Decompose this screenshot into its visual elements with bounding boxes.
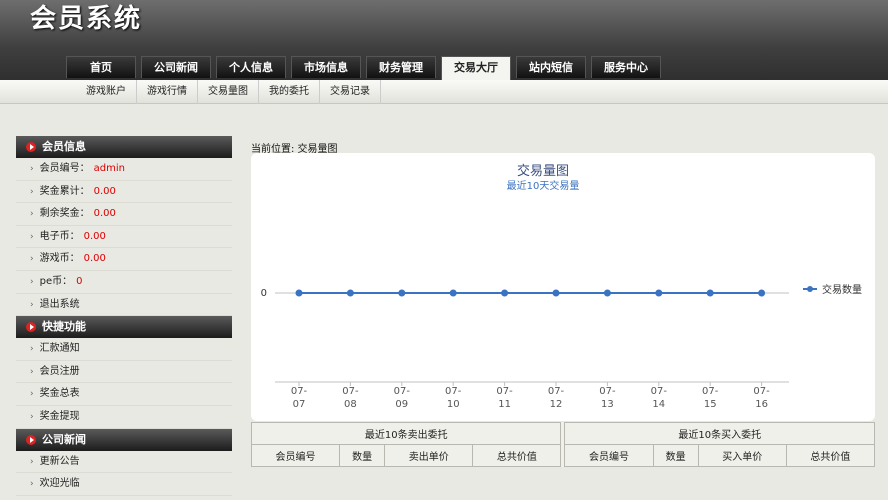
chart-title: 交易量图 (517, 163, 569, 179)
welcome-link[interactable]: › 欢迎光临 (16, 473, 232, 496)
logo: 会员系统 (30, 4, 143, 34)
data-point[interactable] (398, 289, 406, 297)
y-tick-label: 0 (261, 288, 267, 299)
x-tick-label: 07-16 (753, 386, 770, 410)
chevron-right-icon: › (30, 366, 34, 377)
subnav-my-orders[interactable]: 我的委托 (259, 80, 320, 104)
ecoin-value: 0.00 (83, 230, 106, 242)
section-company-news: 公司新闻 (16, 428, 232, 451)
chart-svg: 交易量图 最近10天交易量 0 07-07 07-08 07-09 07-10 07-1… (261, 163, 862, 410)
pecoin-row: › pe币： 0 (16, 271, 232, 294)
main-nav: 首页 公司新闻 个人信息 市场信息 财务管理 交易大厅 站内短信 服务中心 (66, 56, 666, 80)
data-point[interactable] (603, 289, 611, 297)
bonus-summary-link[interactable]: › 奖金总表 (16, 383, 232, 406)
tab-personal-info[interactable]: 个人信息 (216, 56, 286, 78)
legend-label[interactable]: 交易数量 (822, 283, 862, 296)
tab-company-news[interactable]: 公司新闻 (141, 56, 211, 78)
order-tables: 最近10条卖出委托 最近10条买入委托 会员编号 数量 卖出单价 总共价值 会员… (250, 422, 876, 467)
x-tick-label: 07-14 (651, 386, 668, 410)
sell-col-quantity: 数量 (339, 444, 386, 467)
tab-service-center[interactable]: 服务中心 (591, 56, 661, 78)
chevron-right-icon: › (30, 231, 34, 242)
subnav-volume-chart[interactable]: 交易量图 (198, 80, 259, 104)
x-tick-label: 07-08 (342, 386, 359, 410)
member-id-row: › 会员编号： admin (16, 158, 232, 181)
x-tick-label: 07-10 (445, 386, 462, 410)
chart-subtitle: 最近10天交易量 (507, 179, 580, 192)
play-icon (26, 322, 36, 333)
member-register-link[interactable]: › 会员注册 (16, 361, 232, 384)
x-tick-label: 07-07 (291, 386, 308, 410)
play-icon (26, 142, 36, 152)
bonus-remaining-value: 0.00 (93, 208, 116, 220)
gamecoin-row: › 游戏币： 0.00 (16, 248, 232, 271)
data-point[interactable] (501, 289, 509, 297)
data-point[interactable] (346, 289, 354, 297)
member-id-value: admin (93, 163, 125, 174)
x-tick-label: 07-12 (548, 386, 565, 410)
chevron-right-icon: › (30, 209, 34, 220)
chevron-right-icon: › (30, 344, 34, 355)
chevron-right-icon: › (30, 389, 34, 400)
data-point[interactable] (295, 289, 303, 297)
ecoin-row: › 电子币： 0.00 (16, 226, 232, 249)
chevron-right-icon: › (30, 299, 34, 310)
section-member-info: 会员信息 (16, 136, 232, 158)
buy-orders-title: 最近10条买入委托 (564, 422, 875, 445)
data-point[interactable] (706, 289, 714, 297)
tab-trading-hall[interactable]: 交易大厅 (441, 56, 511, 80)
sell-col-member-id: 会员编号 (250, 444, 341, 467)
buy-col-price: 买入单价 (697, 444, 787, 467)
update-notice-link[interactable]: › 更新公告 (16, 451, 232, 474)
data-point[interactable] (758, 289, 766, 297)
bonus-remaining-row: › 剩余奖金： 0.00 (16, 203, 232, 226)
volume-chart: 交易量图 最近10天交易量 0 07-07 07-08 07-09 07-10 07-1… (251, 153, 875, 421)
subnav-game-market[interactable]: 游戏行情 (137, 80, 198, 104)
sub-nav: 游戏账户 游戏行情 交易量图 我的委托 交易记录 (0, 80, 888, 104)
bonus-withdraw-link[interactable]: › 奖金提现 (16, 406, 232, 429)
data-point[interactable] (655, 289, 663, 297)
data-point[interactable] (552, 289, 560, 297)
header: 会员系统 首页 公司新闻 个人信息 市场信息 财务管理 交易大厅 站内短信 服务… (0, 0, 888, 80)
chevron-right-icon: › (30, 254, 34, 265)
sell-orders-title: 最近10条卖出委托 (250, 422, 562, 445)
bonus-total-row: › 奖金累计： 0.00 (16, 181, 232, 204)
tab-market-info[interactable]: 市场信息 (291, 56, 361, 78)
chevron-right-icon: › (30, 164, 34, 174)
section-quick-functions: 快捷功能 (16, 316, 232, 339)
x-tick-label: 07-11 (496, 386, 513, 410)
bonus-total-value: 0.00 (93, 185, 116, 197)
buy-col-total: 总共价值 (785, 444, 876, 467)
chevron-right-icon: › (30, 456, 34, 467)
tab-finance[interactable]: 财务管理 (366, 56, 436, 78)
sidebar: 会员信息 › 会员编号： admin › 奖金累计： 0.00 › 剩余奖金： 0.00 ›… (16, 136, 232, 496)
chevron-right-icon: › (30, 186, 34, 197)
buy-col-member-id: 会员编号 (564, 444, 654, 467)
legend-marker (807, 286, 813, 292)
x-tick-label: 07-09 (394, 386, 411, 410)
gamecoin-value: 0.00 (83, 253, 106, 265)
orders-table: 最近10条卖出委托 最近10条买入委托 会员编号 数量 卖出单价 总共价值 会员… (250, 422, 876, 467)
remittance-notice-link[interactable]: › 汇款通知 (16, 338, 232, 361)
x-tick-label: 07-15 (702, 386, 719, 410)
chevron-right-icon: › (30, 411, 34, 422)
pecoin-value: 0 (76, 275, 83, 287)
chevron-right-icon: › (30, 276, 34, 287)
chevron-right-icon: › (30, 479, 34, 490)
subnav-game-account[interactable]: 游戏账户 (76, 80, 137, 104)
x-tick-label: 07-13 (599, 386, 616, 410)
play-icon (26, 434, 36, 445)
sell-col-total: 总共价值 (472, 444, 562, 467)
tab-messages[interactable]: 站内短信 (516, 56, 586, 78)
logout-link[interactable]: › 退出系统 (16, 294, 232, 317)
tab-home[interactable]: 首页 (66, 56, 136, 78)
subnav-trade-records[interactable]: 交易记录 (320, 80, 381, 104)
sell-col-price: 卖出单价 (384, 444, 474, 467)
data-point[interactable] (449, 289, 457, 297)
buy-col-quantity: 数量 (652, 444, 699, 467)
